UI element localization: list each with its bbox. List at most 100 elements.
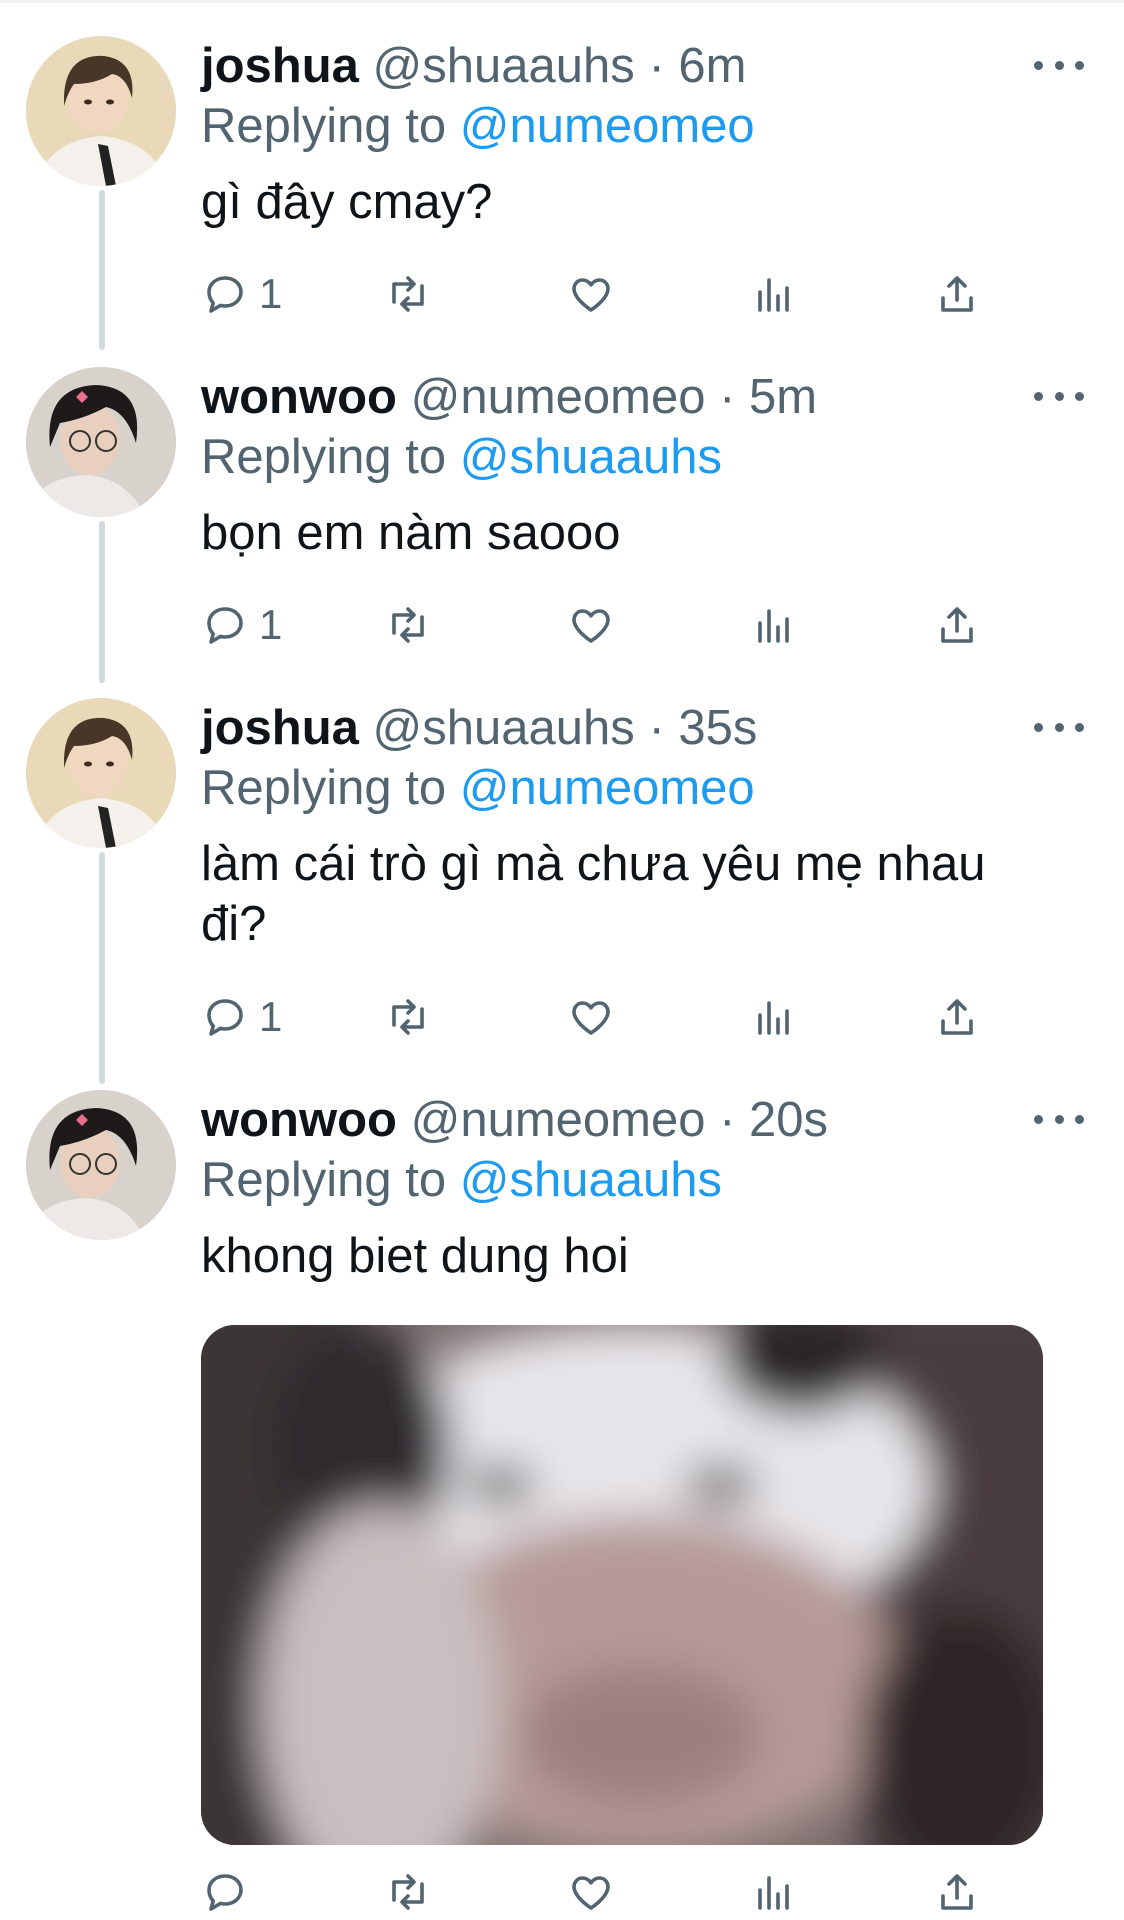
reply-button[interactable]: 1: [201, 987, 282, 1047]
retweet-icon: [392, 607, 424, 643]
retweet-button[interactable]: [384, 595, 432, 655]
avatar[interactable]: [26, 1090, 176, 1240]
views-button[interactable]: [750, 1862, 798, 1920]
like-icon: [572, 1001, 610, 1035]
display-name[interactable]: joshua: [201, 39, 359, 93]
display-name[interactable]: wonwoo: [201, 1093, 397, 1147]
views-icon: [758, 609, 789, 643]
tweet-header: joshua @shuaauhs · 35s: [201, 698, 1124, 758]
reply-count: 1: [259, 993, 283, 1040]
username[interactable]: @shuaauhs: [373, 701, 635, 755]
reply-icon: [207, 607, 243, 644]
tweet[interactable]: wonwoo @numeomeo · 20s Replying to @shua…: [0, 1090, 1124, 1290]
share-icon: [941, 276, 973, 312]
media-image[interactable]: [201, 1325, 1043, 1845]
retweet-icon: [392, 276, 424, 312]
share-icon: [941, 1874, 973, 1910]
tweet-text: làm cái trò gì mà chưa yêu mẹ nhau đi?: [201, 837, 986, 951]
tweet-header: joshua @shuaauhs · 6m: [201, 36, 1124, 96]
replying-label: Replying to: [201, 99, 447, 153]
tweet-header: wonwoo @numeomeo · 20s: [201, 1090, 1124, 1150]
replying-to: Replying to @shuaauhs: [201, 1150, 1124, 1212]
mention-link[interactable]: @shuaauhs: [460, 1153, 722, 1207]
share-icon: [941, 999, 973, 1035]
separator: ·: [719, 1093, 736, 1147]
share-button[interactable]: [933, 987, 981, 1047]
views-icon: [758, 1001, 789, 1035]
reply-button[interactable]: 1: [201, 595, 282, 655]
share-icon: [941, 607, 973, 643]
display-name[interactable]: wonwoo: [201, 370, 397, 424]
timestamp[interactable]: 5m: [749, 370, 817, 424]
avatar[interactable]: [26, 698, 176, 848]
more-icon[interactable]: [1034, 1104, 1084, 1134]
username[interactable]: @shuaauhs: [373, 39, 635, 93]
retweet-button[interactable]: [384, 987, 432, 1047]
like-button[interactable]: [567, 987, 615, 1047]
wonwoo-avatar-image: [26, 367, 176, 517]
replying-to: Replying to @shuaauhs: [201, 427, 1124, 489]
like-button[interactable]: [567, 1862, 615, 1920]
divider: [0, 0, 1124, 3]
replying-label: Replying to: [201, 430, 447, 484]
mention-link[interactable]: @numeomeo: [460, 761, 755, 815]
more-icon[interactable]: [1034, 712, 1084, 742]
more-icon[interactable]: [1034, 50, 1084, 80]
joshua-avatar-image: [26, 698, 176, 848]
retweet-button[interactable]: [384, 264, 432, 324]
tweet-header: wonwoo @numeomeo · 5m: [201, 367, 1124, 427]
views-button[interactable]: [750, 987, 798, 1047]
like-button[interactable]: [567, 595, 615, 655]
action-bar: 1: [201, 987, 1001, 1047]
reply-button[interactable]: 1: [201, 264, 282, 324]
share-button[interactable]: [933, 1862, 981, 1920]
reply-count: 1: [259, 601, 283, 648]
action-bar: 1: [201, 264, 1001, 324]
share-button[interactable]: [933, 595, 981, 655]
retweet-icon: [392, 999, 424, 1035]
like-icon: [572, 1876, 610, 1910]
views-icon: [758, 278, 789, 312]
action-bar: [201, 1862, 1001, 1920]
reply-button[interactable]: [201, 1862, 259, 1920]
action-bar: 1: [201, 595, 1001, 655]
like-icon: [572, 609, 610, 643]
wonwoo-avatar-image: [26, 1090, 176, 1240]
replying-label: Replying to: [201, 761, 447, 815]
reply-icon: [207, 1874, 243, 1911]
separator: ·: [648, 39, 665, 93]
blurry-cat-photo: [201, 1325, 1043, 1845]
joshua-avatar-image: [26, 36, 176, 186]
replying-to: Replying to @numeomeo: [201, 96, 1124, 158]
display-name[interactable]: joshua: [201, 701, 359, 755]
views-button[interactable]: [750, 264, 798, 324]
username[interactable]: @numeomeo: [411, 1093, 706, 1147]
replying-label: Replying to: [201, 1153, 447, 1207]
more-icon[interactable]: [1034, 381, 1084, 411]
like-button[interactable]: [567, 264, 615, 324]
separator: ·: [719, 370, 736, 424]
tweet-text: gì đây cmay?: [201, 175, 493, 229]
timestamp[interactable]: 20s: [749, 1093, 828, 1147]
share-button[interactable]: [933, 264, 981, 324]
reply-icon: [207, 999, 243, 1036]
retweet-button[interactable]: [384, 1862, 432, 1920]
retweet-icon: [392, 1874, 424, 1910]
username[interactable]: @numeomeo: [411, 370, 706, 424]
replying-to: Replying to @numeomeo: [201, 758, 1124, 820]
tweet-text: bọn em nàm saooo: [201, 506, 621, 560]
mention-link[interactable]: @numeomeo: [460, 99, 755, 153]
reply-thread: joshua @shuaauhs · 6m Replying to @numeo…: [0, 0, 1124, 1920]
timestamp[interactable]: 6m: [678, 39, 746, 93]
like-icon: [572, 278, 610, 312]
reply-icon: [207, 276, 243, 313]
avatar[interactable]: [26, 367, 176, 517]
reply-count: 1: [259, 270, 283, 317]
timestamp[interactable]: 35s: [678, 701, 757, 755]
views-icon: [758, 1876, 789, 1910]
avatar[interactable]: [26, 36, 176, 186]
views-button[interactable]: [750, 595, 798, 655]
separator: ·: [648, 701, 665, 755]
tweet-text: khong biet dung hoi: [201, 1229, 629, 1283]
mention-link[interactable]: @shuaauhs: [460, 430, 722, 484]
